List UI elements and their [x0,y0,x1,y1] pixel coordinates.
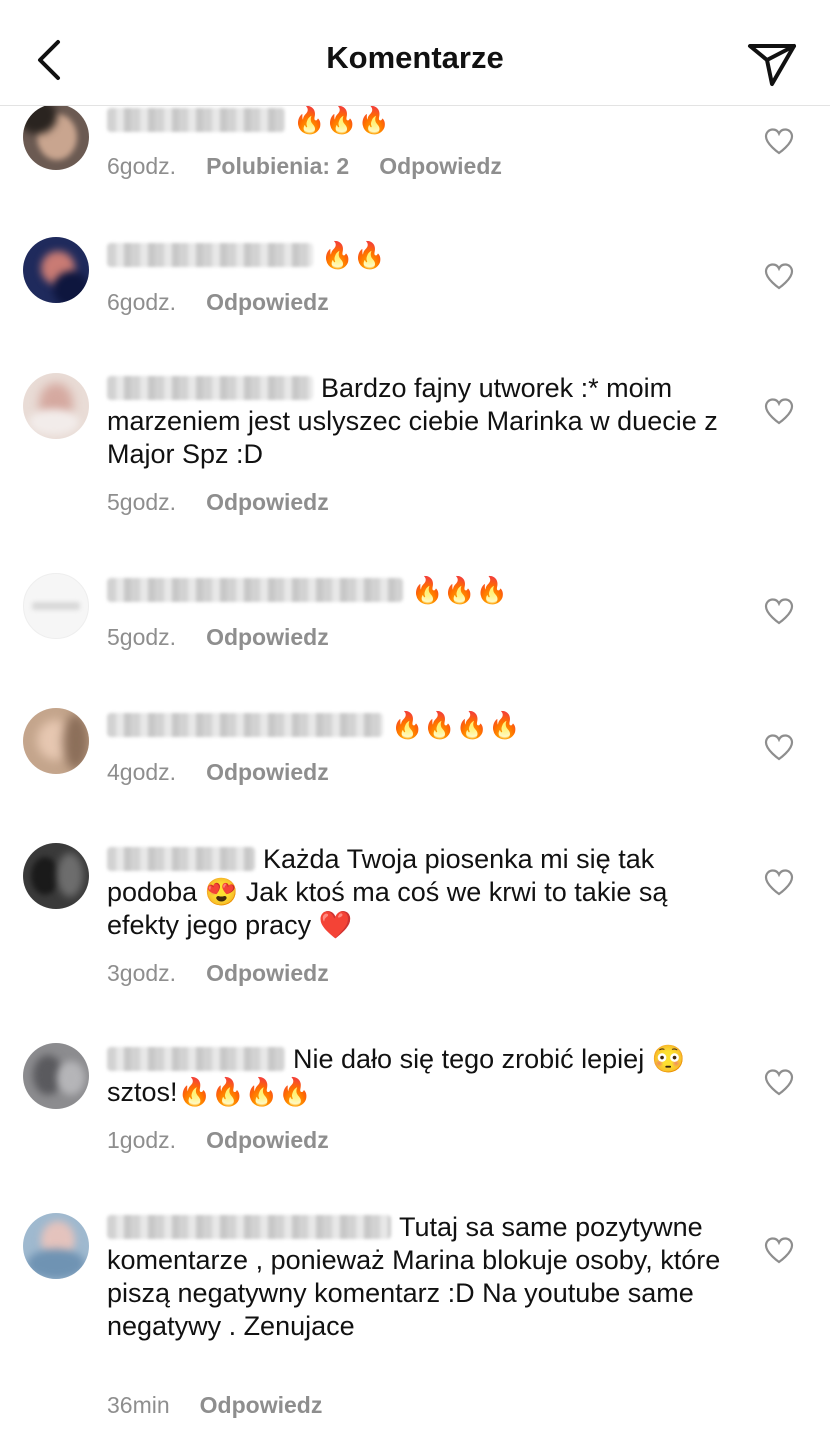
heart-icon[interactable] [764,733,794,761]
comment-time: 1godz. [107,1127,177,1153]
reply-button[interactable]: Odpowiedz [206,289,329,315]
comment-text: 🔥🔥🔥 [293,105,391,135]
heart-icon[interactable] [764,397,794,425]
avatar[interactable] [23,573,89,639]
username-blurred[interactable] [107,376,313,400]
comment-time: 4godz. [107,759,177,785]
heart-icon[interactable] [764,597,794,625]
reply-button[interactable]: Odpowiedz [206,759,329,785]
comment-time: 6godz. [107,153,177,179]
paper-plane-icon[interactable] [742,32,802,92]
avatar[interactable] [23,1213,89,1279]
comment-text: 🔥🔥 [321,240,386,270]
reply-button[interactable]: Odpowiedz [206,624,329,650]
username-blurred[interactable] [107,578,403,602]
comment-time: 5godz. [107,489,177,515]
comment-time: 36min [107,1392,170,1418]
comment-text: 🔥🔥🔥 [411,575,509,605]
reply-button[interactable]: Odpowiedz [206,1127,329,1153]
heart-icon[interactable] [764,1236,794,1264]
heart-icon[interactable] [764,1068,794,1096]
avatar[interactable] [23,843,89,909]
reply-button[interactable]: Odpowiedz [200,1392,323,1418]
reply-button[interactable]: Odpowiedz [379,153,502,179]
username-blurred[interactable] [107,1215,391,1239]
comment-list: 🔥🔥🔥 6godz. Polubienia: 2 Odpowiedz 🔥🔥 6god… [0,0,830,1440]
username-blurred[interactable] [107,1047,285,1071]
username-blurred[interactable] [107,847,255,871]
username-blurred[interactable] [107,713,383,737]
comment-time: 6godz. [107,289,177,315]
heart-icon[interactable] [764,262,794,290]
header-bar: Komentarze [0,0,830,106]
avatar[interactable] [23,237,89,303]
avatar[interactable] [23,1043,89,1109]
likes-count[interactable]: Polubienia: 2 [206,153,349,179]
heart-icon[interactable] [764,868,794,896]
username-blurred[interactable] [107,243,313,267]
username-blurred[interactable] [107,108,285,132]
avatar[interactable] [23,373,89,439]
avatar[interactable] [23,104,89,170]
comment-text: 🔥🔥🔥🔥 [391,710,521,740]
page-title: Komentarze [326,40,504,75]
comment-time: 3godz. [107,960,177,986]
comment-time: 5godz. [107,624,177,650]
reply-button[interactable]: Odpowiedz [206,489,329,515]
reply-button[interactable]: Odpowiedz [206,960,329,986]
avatar[interactable] [23,708,89,774]
heart-icon[interactable] [764,127,794,155]
